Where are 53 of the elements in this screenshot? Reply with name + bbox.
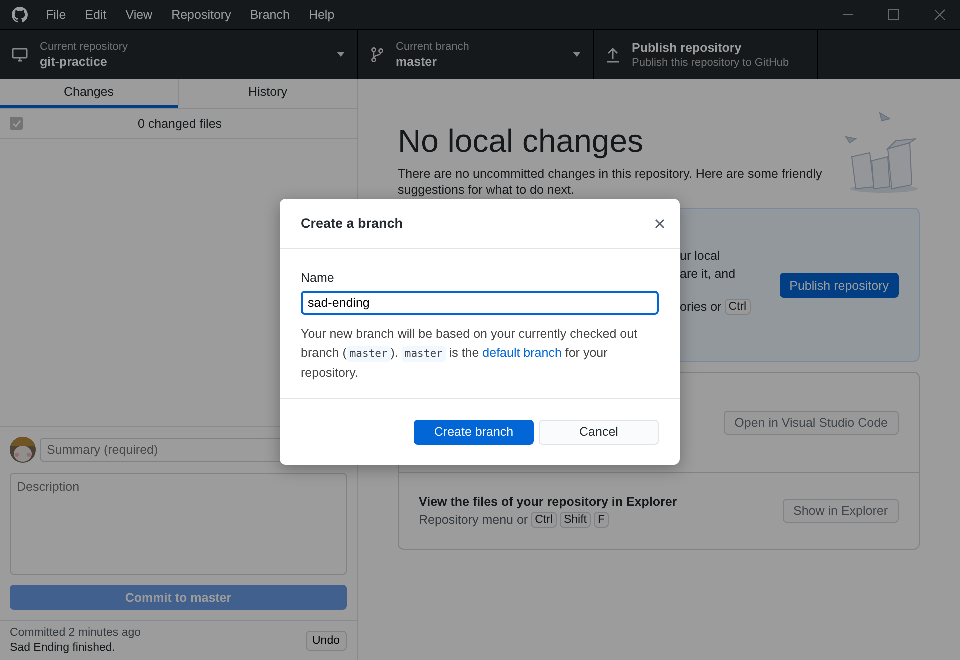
card-text: ories or — [680, 300, 722, 314]
open-editor-button[interactable]: Open in Visual Studio Code — [724, 410, 899, 434]
cancel-button[interactable]: Cancel — [539, 420, 659, 444]
close-icon[interactable] — [655, 218, 665, 228]
description-field[interactable]: Description — [10, 473, 347, 575]
keyboard-key: Ctrl — [531, 512, 557, 528]
dialog-title: Create a branch — [301, 216, 404, 231]
changed-files-count: 0 changed files — [136, 116, 224, 130]
card-text: are it, and — [680, 267, 737, 281]
card-text: ur local — [680, 249, 722, 263]
action-description: Repository menu or — [419, 512, 528, 526]
maximize-icon[interactable] — [888, 8, 900, 20]
branch-icon — [370, 46, 384, 62]
menu-item[interactable]: Edit — [85, 8, 107, 22]
toolbar-value: master — [396, 54, 438, 68]
toolbar-button[interactable]: Current branch master — [358, 30, 594, 79]
action-title: View the files of your repository in Explorer — [419, 494, 678, 508]
caret-icon — [573, 52, 581, 57]
publish-button[interactable]: Publish repository — [780, 273, 899, 298]
close-icon[interactable] — [934, 8, 946, 20]
menu-item[interactable]: File — [46, 8, 66, 22]
keyboard-key: Ctrl — [724, 299, 751, 315]
intro-text: There are no uncommitted changes in this repository. Here are some friendly suggestions for what to do next. — [398, 166, 824, 198]
page-heading: No local changes — [398, 123, 644, 160]
keyboard-key: F — [594, 512, 610, 528]
toolbar-label: Publish repository — [632, 40, 743, 54]
menu-item[interactable]: Branch — [250, 8, 290, 22]
menu-item[interactable]: Repository — [172, 8, 232, 22]
toolbar-button[interactable]: Publish repository Publish this repository to GitHub — [594, 30, 818, 79]
tab[interactable]: History — [178, 79, 357, 108]
monitor-icon — [12, 46, 28, 62]
default-branch-link[interactable]: default branch — [482, 346, 562, 360]
create-branch-button[interactable]: Create branch — [414, 420, 534, 444]
field-label: Name — [301, 271, 336, 285]
help-text: Your new branch will be based on your currently checked out branch ( master ). master is the default branch for your repository. — [301, 326, 639, 382]
keyboard-key: Shift — [560, 512, 591, 528]
toolbar-value: git-practice — [40, 54, 108, 68]
toolbar-label: Current branch — [396, 40, 470, 52]
toolbar-value: Publish this repository to GitHub — [632, 56, 790, 68]
checkbox[interactable] — [10, 117, 23, 130]
show-in-explorer-button[interactable]: Show in Explorer — [782, 499, 899, 523]
menu-item[interactable]: View — [126, 8, 153, 22]
commit-message: Sad Ending finished. — [10, 642, 116, 654]
undo-button[interactable]: Undo — [306, 630, 347, 650]
toolbar-label: Current repository — [40, 40, 130, 52]
commit-time: Committed 2 minutes ago — [10, 627, 142, 639]
upload-icon — [606, 46, 620, 62]
toolbar-button[interactable]: Current repository git-practice — [0, 30, 358, 79]
tab[interactable]: Changes — [0, 79, 178, 108]
menu-item[interactable]: Help — [308, 8, 335, 22]
branch-name-field[interactable]: sad-ending — [301, 291, 659, 315]
caret-icon — [337, 52, 345, 57]
github-logo-icon — [12, 6, 28, 22]
